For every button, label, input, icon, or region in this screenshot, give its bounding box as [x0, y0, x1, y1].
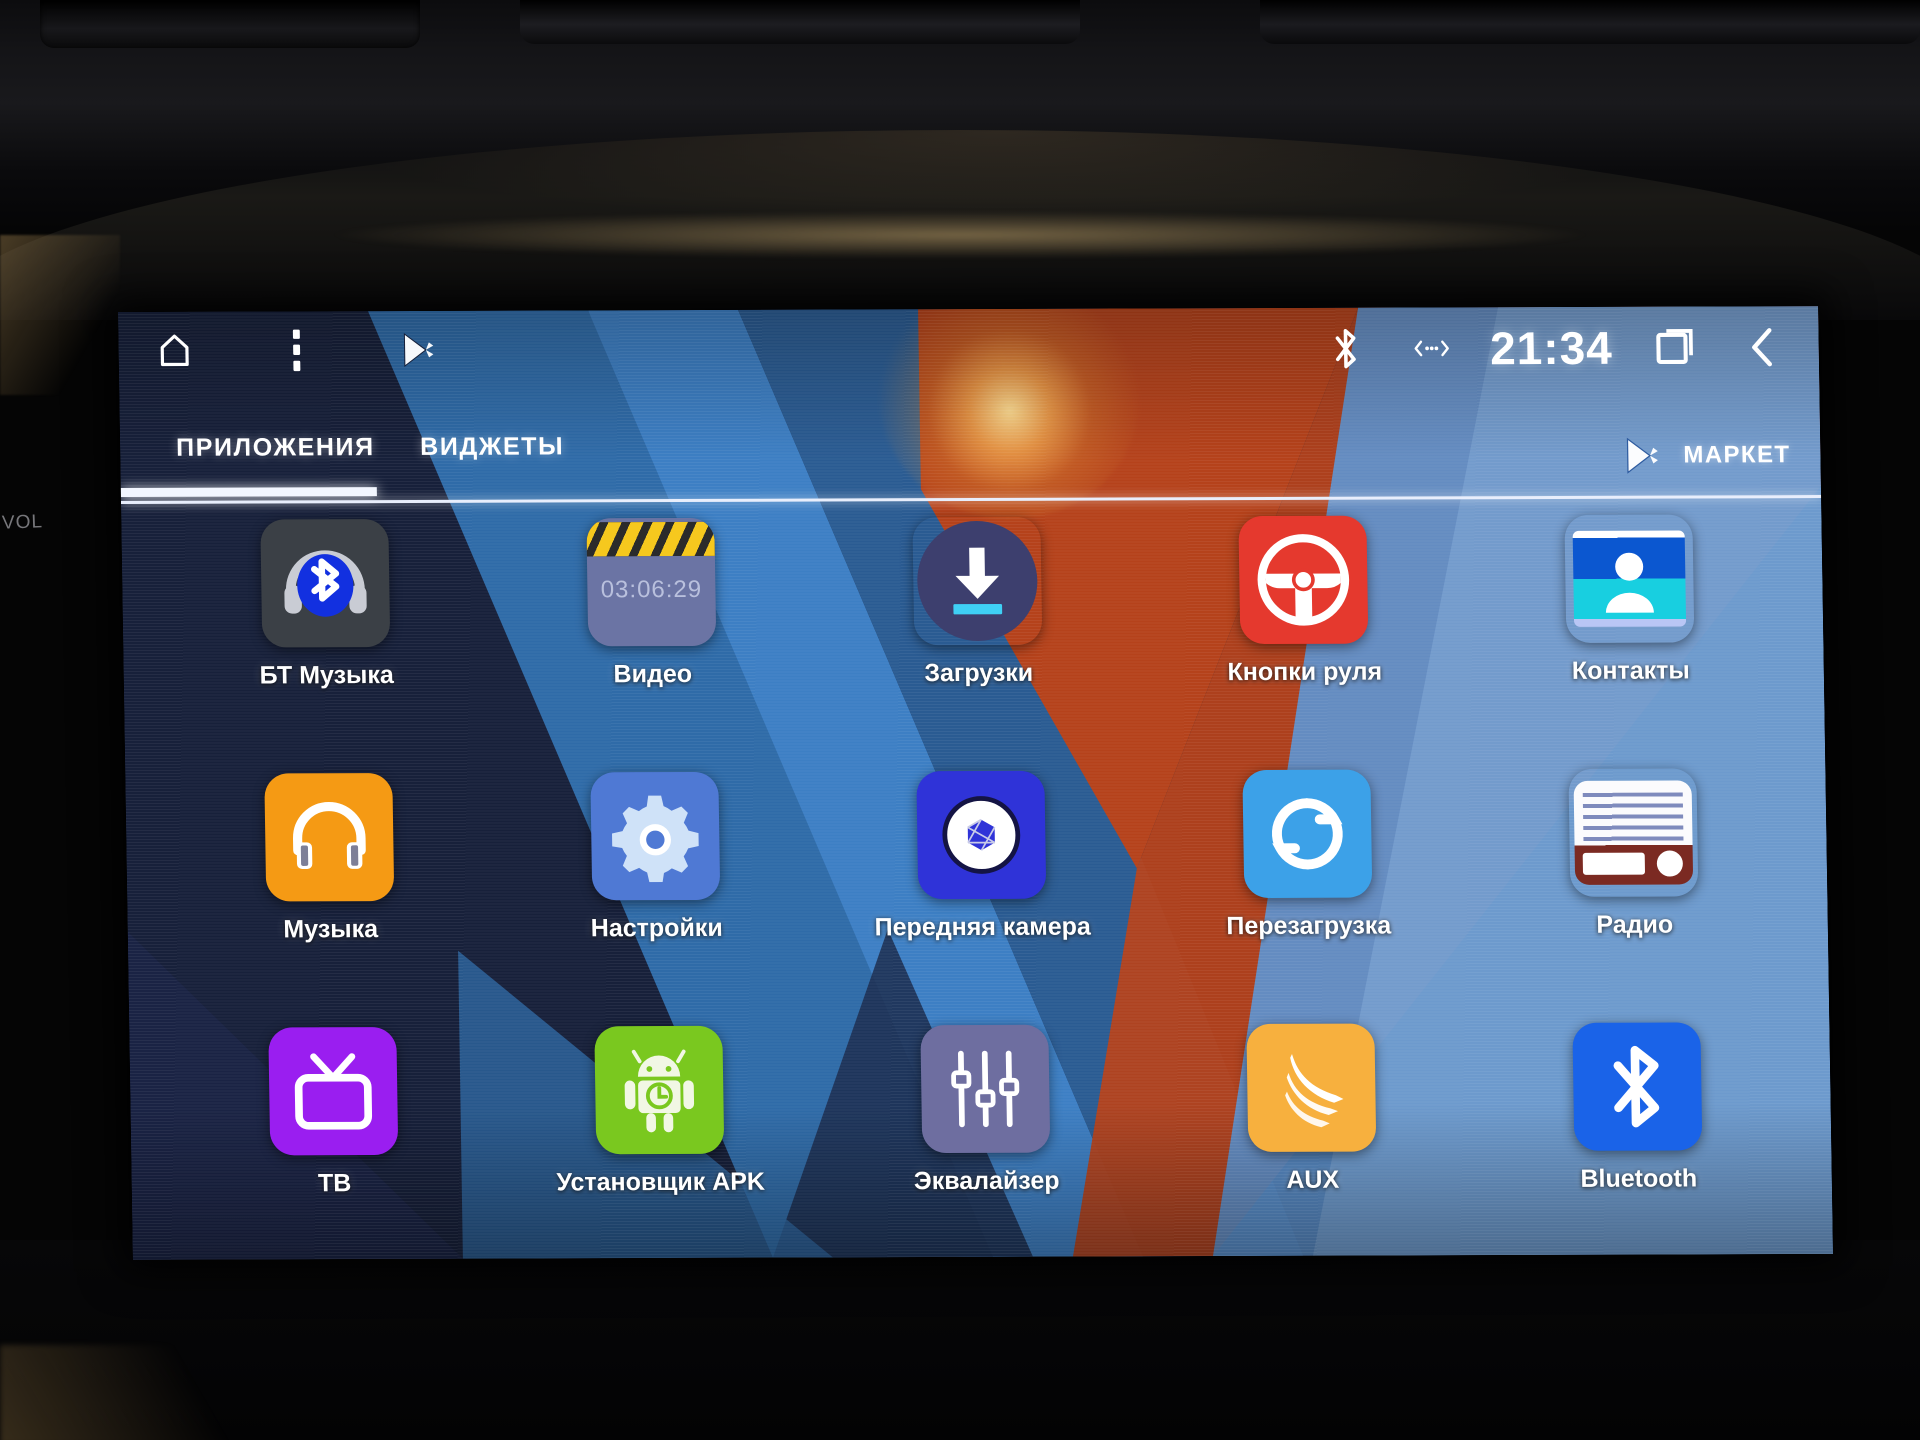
- tab-apps[interactable]: ПРИЛОЖЕНИЯ: [176, 433, 375, 463]
- app-item-bt-music[interactable]: БТ Музыка: [161, 519, 491, 766]
- contact-card-icon: [1564, 514, 1694, 642]
- clapperboard-stripes: [586, 521, 715, 557]
- camera-aperture-icon: [916, 770, 1047, 900]
- tab-widgets[interactable]: ВИДЖЕТЫ: [420, 432, 565, 461]
- back-chevron-icon[interactable]: [1740, 322, 1785, 372]
- app-label: Настройки: [590, 913, 723, 943]
- television-icon: [268, 1026, 399, 1156]
- recent-apps-icon[interactable]: [1654, 322, 1699, 372]
- hood-reflection: [60, 200, 1860, 270]
- status-bar-left-group: [152, 325, 441, 376]
- app-label: Радио: [1596, 910, 1674, 939]
- equalizer-sliders-icon: [920, 1024, 1051, 1154]
- app-item-radio[interactable]: Радио: [1469, 768, 1799, 1015]
- retro-radio-icon: [1568, 768, 1698, 896]
- app-item-apk-installer[interactable]: Установщик APK: [495, 1025, 825, 1259]
- radio-tuner-dial: [1582, 852, 1646, 875]
- app-label: ТВ: [317, 1169, 352, 1198]
- usb-transfer-icon: [1410, 323, 1455, 373]
- app-label: Эквалайзер: [913, 1166, 1060, 1196]
- steering-wheel-icon: [1238, 515, 1369, 645]
- head-unit-screen[interactable]: 21:34 ПРИЛОЖЕНИЯ ВИДЖЕТЫ МАРКЕТ БТ Музык…: [118, 306, 1834, 1260]
- app-item-steering-wheel-buttons[interactable]: Кнопки руля: [1139, 515, 1469, 762]
- status-bar-right-group: 21:34: [1324, 320, 1786, 376]
- home-icon[interactable]: [152, 326, 197, 376]
- radio-grille: [1582, 792, 1684, 843]
- gear-icon: [590, 771, 721, 901]
- download-arrow-icon: [912, 517, 1042, 645]
- app-label: Видео: [613, 659, 693, 689]
- app-item-tv[interactable]: ТВ: [169, 1026, 499, 1260]
- dashboard-photo: VOL 21:34 ПРИЛОЖЕНИЯ ВИДЖЕТЫ МАРКЕТ БТ М…: [0, 0, 1920, 1440]
- air-vent-left: [40, 0, 420, 48]
- market-button[interactable]: МАРКЕТ: [1621, 434, 1791, 477]
- overflow-menu-icon[interactable]: [274, 325, 319, 375]
- status-bar-clock: 21:34: [1489, 321, 1614, 375]
- app-item-video[interactable]: 03:06:29 Видео: [487, 517, 817, 765]
- play-store-icon: [1626, 437, 1658, 474]
- air-vent-right: [1260, 0, 1920, 44]
- app-label: Bluetooth: [1580, 1164, 1698, 1193]
- volume-bezel-label: VOL: [1, 511, 44, 534]
- app-label: Контакты: [1571, 656, 1690, 685]
- app-label: Кнопки руля: [1227, 657, 1383, 687]
- app-item-front-camera[interactable]: Передняя камера: [817, 770, 1147, 1017]
- air-vent-center: [520, 0, 1080, 44]
- app-item-bluetooth[interactable]: Bluetooth: [1473, 1022, 1803, 1260]
- refresh-sync-icon: [1242, 769, 1373, 899]
- app-item-music[interactable]: Музыка: [165, 773, 495, 1020]
- bluetooth-icon: [1572, 1022, 1703, 1151]
- app-item-equalizer[interactable]: Эквалайзер: [821, 1024, 1151, 1260]
- market-label: МАРКЕТ: [1683, 441, 1791, 469]
- app-item-reboot[interactable]: Перезагрузка: [1143, 769, 1473, 1016]
- radio-knob: [1656, 850, 1684, 877]
- tab-bar: ПРИЛОЖЕНИЯ ВИДЖЕТЫ МАРКЕТ: [120, 410, 1822, 506]
- aux-cable-icon: [1246, 1023, 1377, 1152]
- bluetooth-headphones-icon: [260, 519, 391, 648]
- app-item-settings[interactable]: Настройки: [491, 771, 821, 1019]
- play-store-icon[interactable]: [396, 325, 441, 375]
- clapperboard-icon: 03:06:29: [586, 517, 717, 647]
- android-robot-icon: [594, 1025, 725, 1155]
- app-label: БТ Музыка: [259, 661, 395, 690]
- app-item-downloads[interactable]: Загрузки: [813, 516, 1143, 763]
- app-grid: БТ Музыка 03:06:29 Видео Загрузки Кнопки…: [161, 514, 1803, 1260]
- app-label: Перезагрузка: [1226, 911, 1392, 941]
- app-label: Музыка: [283, 915, 379, 944]
- app-label: Загрузки: [924, 658, 1034, 688]
- bezel-reflection-bottom: [0, 1345, 300, 1440]
- bezel-reflection-left: [0, 235, 120, 395]
- app-item-contacts[interactable]: Контакты: [1465, 514, 1795, 761]
- tab-active-indicator: [120, 487, 377, 497]
- app-label: AUX: [1286, 1165, 1340, 1194]
- app-item-aux[interactable]: AUX: [1147, 1023, 1477, 1260]
- bluetooth-icon: [1324, 324, 1369, 374]
- app-label: Установщик APK: [556, 1167, 766, 1197]
- app-label: Передняя камера: [874, 912, 1092, 942]
- headphones-icon: [264, 773, 395, 902]
- status-bar: 21:34: [118, 306, 1820, 408]
- video-duration-overlay: 03:06:29: [600, 575, 703, 604]
